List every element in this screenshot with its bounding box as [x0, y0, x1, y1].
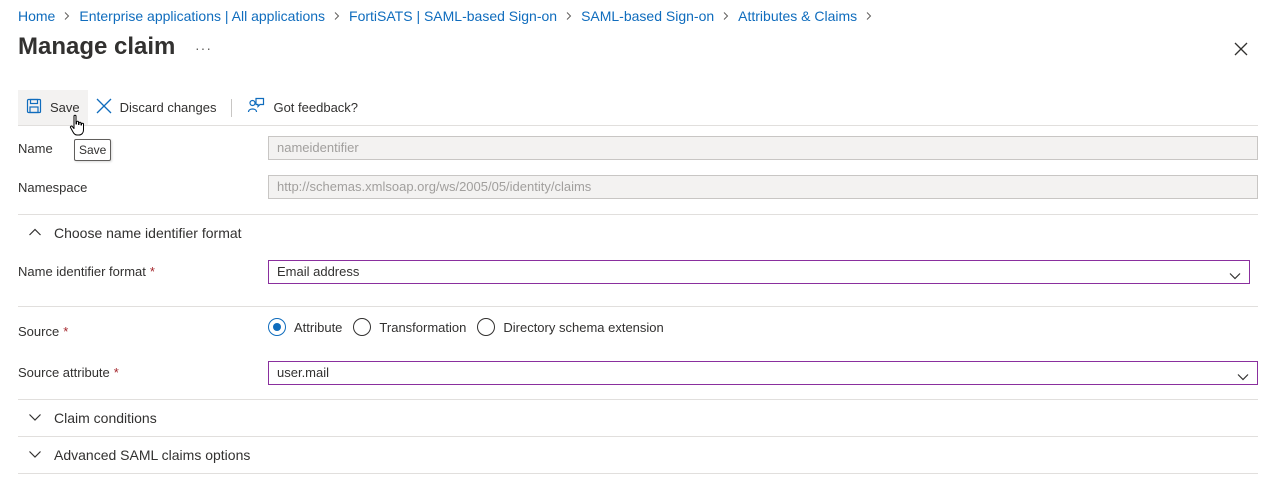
- radio-label: Transformation: [379, 319, 467, 335]
- breadcrumb-saml-sign-on[interactable]: SAML-based Sign-on: [581, 8, 714, 24]
- breadcrumb: Home Enterprise applications | All appli…: [18, 6, 881, 26]
- chevron-right-icon: [865, 12, 873, 20]
- save-label: Save: [50, 100, 80, 115]
- source-label: Source *: [18, 324, 68, 339]
- breadcrumb-fortisats[interactable]: FortiSATS | SAML-based Sign-on: [349, 8, 557, 24]
- radio-checked-icon: [268, 318, 286, 336]
- section-divider: [18, 473, 1258, 474]
- section-divider: [18, 399, 1258, 400]
- name-identifier-format-dropdown[interactable]: Email address: [268, 260, 1250, 284]
- dropdown-value: Email address: [277, 264, 360, 279]
- namespace-label: Namespace: [18, 180, 88, 195]
- feedback-button[interactable]: Got feedback?: [239, 90, 366, 125]
- chevron-right-icon: [565, 12, 573, 20]
- chevron-right-icon: [722, 12, 730, 20]
- feedback-label: Got feedback?: [273, 100, 359, 115]
- section-title: Advanced SAML claims options: [54, 447, 251, 463]
- section-divider: [18, 214, 1258, 215]
- source-radio-group: Attribute Transformation Directory schem…: [268, 318, 675, 336]
- command-bar: Save Discard changes Got feedback?: [18, 90, 366, 125]
- radio-label: Attribute: [294, 319, 343, 335]
- chevron-down-icon: [1237, 368, 1249, 381]
- save-icon: [26, 98, 50, 117]
- namespace-field: http://schemas.xmlsoap.org/ws/2005/05/id…: [268, 175, 1258, 199]
- required-marker: *: [63, 324, 69, 339]
- name-identifier-format-label: Name identifier format *: [18, 264, 155, 279]
- breadcrumb-attributes-claims[interactable]: Attributes & Claims: [738, 8, 857, 24]
- advanced-saml-claims-options-section-toggle[interactable]: Advanced SAML claims options: [28, 445, 250, 465]
- save-button[interactable]: Save: [18, 90, 88, 125]
- label-text: Source: [18, 324, 60, 339]
- chevron-right-icon: [63, 12, 71, 20]
- radio-unchecked-icon: [477, 318, 496, 336]
- more-options-icon[interactable]: ···: [195, 40, 212, 56]
- section-divider: [18, 436, 1258, 437]
- radio-unchecked-icon: [353, 318, 372, 336]
- section-title: Claim conditions: [54, 410, 157, 426]
- section-divider: [18, 306, 1258, 307]
- save-tooltip: Save: [74, 139, 112, 161]
- source-attribute-label: Source attribute *: [18, 365, 119, 380]
- name-field: nameidentifier: [268, 136, 1258, 160]
- required-marker: *: [149, 264, 155, 279]
- claim-conditions-section-toggle[interactable]: Claim conditions: [28, 408, 157, 428]
- discard-label: Discard changes: [119, 100, 217, 115]
- chevron-right-icon: [333, 12, 341, 20]
- name-label: Name: [18, 141, 53, 156]
- label-text: Name identifier format: [18, 264, 146, 279]
- discard-changes-button[interactable]: Discard changes: [88, 90, 225, 125]
- chevron-down-icon: [1229, 267, 1241, 280]
- source-option-transformation[interactable]: Transformation: [353, 318, 466, 336]
- toolbar-divider: [231, 98, 233, 117]
- close-icon[interactable]: [1233, 41, 1249, 57]
- breadcrumb-enterprise-apps[interactable]: Enterprise applications | All applicatio…: [79, 8, 325, 24]
- source-option-attribute[interactable]: Attribute: [268, 318, 342, 336]
- discard-icon: [96, 98, 120, 117]
- chevron-down-icon: [28, 447, 54, 464]
- chevron-down-icon: [28, 410, 54, 427]
- chevron-up-icon: [28, 225, 54, 242]
- source-option-directory-schema-extension[interactable]: Directory schema extension: [477, 318, 664, 336]
- radio-label: Directory schema extension: [503, 319, 664, 335]
- page-title: Manage claim: [18, 33, 176, 60]
- breadcrumb-home[interactable]: Home: [18, 8, 55, 24]
- section-title: Choose name identifier format: [54, 225, 242, 241]
- required-marker: *: [113, 365, 119, 380]
- feedback-icon: [247, 97, 273, 118]
- label-text: Source attribute: [18, 365, 110, 380]
- source-attribute-dropdown[interactable]: user.mail: [268, 361, 1258, 385]
- name-identifier-format-section-toggle[interactable]: Choose name identifier format: [28, 223, 242, 243]
- toolbar-divider-line: [18, 125, 1258, 126]
- dropdown-value: user.mail: [277, 365, 330, 380]
